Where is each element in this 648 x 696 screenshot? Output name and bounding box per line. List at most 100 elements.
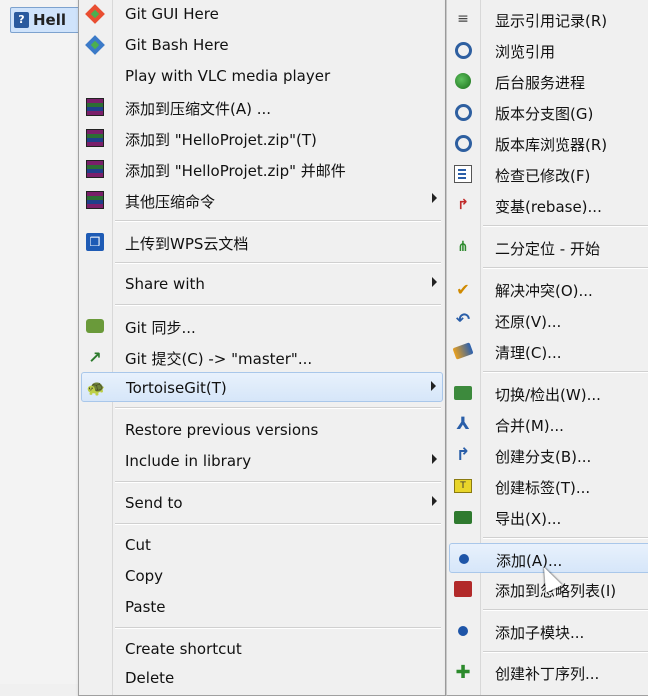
menu-item-label: 添加到 "HelloProjet.zip" 并邮件 (125, 162, 346, 180)
menu-item-restore-previous-versions[interactable]: Restore previous versions (81, 415, 443, 445)
menu-item-label: 创建分支(B)... (495, 448, 592, 466)
menu-item-label: 解决冲突(O)... (495, 282, 593, 300)
export-icon (453, 507, 473, 527)
bisect-icon: ⋔ (457, 239, 469, 255)
menu-item-other-compress-commands[interactable]: 其他压缩命令 (81, 185, 443, 215)
menu-separator (483, 267, 648, 269)
menu-separator (115, 523, 441, 525)
submenu-item-merge[interactable]: ⅄ 合并(M)... (449, 409, 648, 439)
submenu-item-create-tag[interactable]: T 创建标签(T)... (449, 471, 648, 501)
submenu-arrow-icon (432, 454, 437, 464)
menu-separator (115, 262, 441, 264)
submenu-item-revert[interactable]: ↶ 还原(V)... (449, 305, 648, 335)
menu-item-label: Paste (125, 598, 166, 616)
menu-separator (115, 304, 441, 306)
menu-item-share-with[interactable]: Share with (81, 269, 443, 299)
menu-item-label: 版本库浏览器(R) (495, 136, 608, 154)
wps-cloud-icon: ❒ (85, 232, 105, 252)
ignore-icon (453, 579, 473, 599)
magnifier-icon (453, 102, 473, 122)
submenu-item-cleanup[interactable]: 清理(C)... (449, 336, 648, 366)
branch-icon: ↱ (455, 445, 471, 465)
file-icon: ? (14, 12, 29, 28)
menu-item-tortoisegit[interactable]: 🐢 TortoiseGit(T) (81, 372, 443, 402)
tag-icon: T (453, 476, 473, 496)
submenu-item-create-branch[interactable]: ↱ 创建分支(B)... (449, 440, 648, 470)
submenu-arrow-icon (432, 277, 437, 287)
menu-separator (115, 481, 441, 483)
selected-file-item[interactable]: ? Hell (10, 7, 82, 33)
submenu-item-browse-references[interactable]: 浏览引用 (449, 35, 648, 65)
menu-item-copy[interactable]: Copy (81, 561, 443, 591)
menu-separator (483, 371, 648, 373)
menu-item-add-to-zip-and-email[interactable]: 添加到 "HelloProjet.zip" 并邮件 (81, 154, 443, 184)
menu-item-label: 版本分支图(G) (495, 105, 594, 123)
menu-item-cut[interactable]: Cut (81, 530, 443, 560)
menu-item-label: 添加子模块... (495, 624, 585, 642)
menu-item-label: 还原(V)... (495, 313, 562, 331)
menu-item-label: 二分定位 - 开始 (495, 240, 600, 258)
winrar-icon (85, 128, 105, 148)
menu-separator (115, 407, 441, 409)
submenu-arrow-icon (432, 496, 437, 506)
menu-item-label: 创建补丁序列... (495, 665, 600, 683)
submenu-item-show-reflog[interactable]: ≡ 显示引用记录(R) (449, 4, 648, 34)
submenu-item-check-modifications[interactable]: 检查已修改(F) (449, 159, 648, 189)
menu-item-label: 清理(C)... (495, 344, 562, 362)
menu-item-label: Delete (125, 669, 175, 687)
menu-item-label: Git 同步... (125, 319, 196, 337)
menu-item-label: Copy (125, 567, 164, 585)
menu-item-label: Include in library (125, 452, 252, 470)
winrar-icon (85, 97, 105, 117)
menu-item-play-with-vlc[interactable]: Play with VLC media player (81, 61, 443, 91)
git-bash-icon (85, 35, 105, 55)
file-name-label: Hell (33, 11, 67, 29)
submenu-item-export[interactable]: 导出(X)... (449, 502, 648, 532)
menu-item-git-gui-here[interactable]: Git GUI Here (81, 0, 443, 29)
submenu-item-rebase[interactable]: ↱ 变基(rebase)... (449, 190, 648, 220)
submenu-item-create-patch-serial[interactable]: ✚ 创建补丁序列... (449, 657, 648, 687)
submenu-item-repo-browser[interactable]: 版本库浏览器(R) (449, 128, 648, 158)
menu-item-label: 合并(M)... (495, 417, 564, 435)
submenu-item-revision-graph[interactable]: 版本分支图(G) (449, 97, 648, 127)
menu-item-add-to-zip[interactable]: 添加到 "HelloProjet.zip"(T) (81, 123, 443, 153)
menu-item-label: TortoiseGit(T) (126, 379, 227, 397)
menu-item-label: 切换/检出(W)... (495, 386, 601, 404)
submenu-arrow-icon (431, 381, 436, 391)
add-plus-icon (453, 621, 473, 641)
git-sync-icon (85, 316, 105, 336)
menu-item-label: 变基(rebase)... (495, 198, 602, 216)
menu-item-label: Git GUI Here (125, 5, 219, 23)
menu-item-git-bash-here[interactable]: Git Bash Here (81, 30, 443, 60)
submenu-item-bisect-start[interactable]: ⋔ 二分定位 - 开始 (449, 232, 648, 262)
globe-icon (453, 71, 473, 91)
submenu-item-daemon[interactable]: 后台服务进程 (449, 66, 648, 96)
menu-separator (483, 537, 648, 539)
menu-item-label: Git 提交(C) -> "master"... (125, 350, 313, 368)
menu-item-git-commit[interactable]: ↗ Git 提交(C) -> "master"... (81, 342, 443, 372)
menu-separator (483, 225, 648, 227)
menu-item-label: 浏览引用 (495, 43, 556, 61)
menu-item-git-sync[interactable]: Git 同步... (81, 311, 443, 341)
menu-item-label: Play with VLC media player (125, 67, 331, 85)
magnifier-icon (453, 133, 473, 153)
submenu-item-add-submodule[interactable]: 添加子模块... (449, 616, 648, 646)
menu-item-include-in-library[interactable]: Include in library (81, 446, 443, 476)
submenu-item-switch-checkout[interactable]: 切换/检出(W)... (449, 378, 648, 408)
menu-item-label: 添加到压缩文件(A) ... (125, 100, 272, 118)
menu-item-label: 创建标签(T)... (495, 479, 591, 497)
menu-item-label: Send to (125, 494, 183, 512)
menu-item-upload-wps[interactable]: ❒ 上传到WPS云文档 (81, 227, 443, 257)
menu-item-paste[interactable]: Paste (81, 592, 443, 622)
menu-item-send-to[interactable]: Send to (81, 488, 443, 518)
menu-item-label: Create shortcut (125, 640, 242, 658)
switch-icon (453, 383, 473, 403)
menu-item-create-shortcut[interactable]: Create shortcut (81, 634, 443, 664)
menu-item-label: Restore previous versions (125, 421, 319, 439)
merge-icon: ⅄ (456, 414, 470, 434)
menu-item-add-to-archive[interactable]: 添加到压缩文件(A) ... (81, 92, 443, 122)
menu-item-delete[interactable]: Delete (81, 663, 443, 693)
commit-arrow-icon: ↗ (88, 347, 102, 367)
submenu-item-resolve[interactable]: ✔ 解决冲突(O)... (449, 274, 648, 304)
menu-item-label: Git Bash Here (125, 36, 229, 54)
